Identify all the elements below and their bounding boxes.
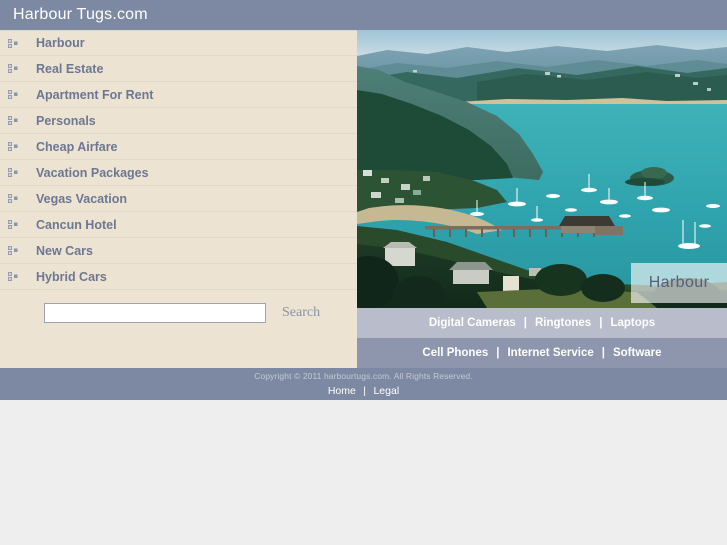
sidebar-item-label: Vacation Packages (36, 165, 149, 180)
sidebar-item-label: Cheap Airfare (36, 139, 118, 154)
sidebar-item-harbour[interactable]: Harbour (0, 30, 357, 56)
copyright-text: Copyright © 2011 harbourtugs.com. All Ri… (254, 371, 473, 381)
footer-link-legal[interactable]: Legal (373, 385, 399, 397)
three-squares-bullet-icon (0, 168, 24, 177)
three-squares-bullet-icon (0, 116, 24, 125)
right-column: Harbour Digital Cameras | Ringtones | La… (357, 30, 727, 368)
page-root: Harbour Tugs.com Harbour Real Estate Apa… (0, 0, 727, 545)
sidebar-item-new-cars[interactable]: New Cars (0, 238, 357, 264)
sidebar-item-vacation-packages[interactable]: Vacation Packages (0, 160, 357, 186)
link-separator: | (599, 317, 603, 329)
link-separator: | (496, 347, 500, 359)
sidebar-item-label: Hybrid Cars (36, 269, 107, 284)
sidebar-item-vegas-vacation[interactable]: Vegas Vacation (0, 186, 357, 212)
photo-caption: Harbour (631, 263, 727, 303)
sidebar-item-cheap-airfare[interactable]: Cheap Airfare (0, 134, 357, 160)
link-internet-service[interactable]: Internet Service (507, 347, 593, 359)
sidebar-item-label: New Cars (36, 243, 93, 258)
sidebar-item-hybrid-cars[interactable]: Hybrid Cars (0, 264, 357, 290)
promo-link-bar-top: Digital Cameras | Ringtones | Laptops (357, 308, 727, 338)
sidebar-item-label: Vegas Vacation (36, 191, 128, 206)
sidebar-item-label: Real Estate (36, 61, 104, 76)
footer-link-home[interactable]: Home (328, 385, 356, 397)
page-title: Harbour Tugs.com (13, 6, 148, 23)
three-squares-bullet-icon (0, 194, 24, 203)
sidebar: Harbour Real Estate Apartment For Rent P… (0, 30, 357, 368)
three-squares-bullet-icon (0, 64, 24, 73)
sidebar-item-real-estate[interactable]: Real Estate (0, 56, 357, 82)
page-blank-area (0, 400, 727, 545)
footer-links: Home | Legal (328, 383, 399, 398)
sidebar-item-apartment-for-rent[interactable]: Apartment For Rent (0, 82, 357, 108)
site-header: Harbour Tugs.com (0, 0, 727, 30)
promo-link-bar-bottom: Cell Phones | Internet Service | Softwar… (357, 338, 727, 368)
link-digital-cameras[interactable]: Digital Cameras (429, 317, 516, 329)
main-content: Harbour Real Estate Apartment For Rent P… (0, 30, 727, 368)
three-squares-bullet-icon (0, 90, 24, 99)
sidebar-item-label: Apartment For Rent (36, 87, 154, 102)
link-laptops[interactable]: Laptops (610, 317, 655, 329)
sidebar-item-label: Cancun Hotel (36, 217, 117, 232)
link-separator: | (523, 317, 527, 329)
three-squares-bullet-icon (0, 38, 24, 48)
harbour-photo: Harbour (357, 30, 727, 308)
footer-link-separator: | (363, 385, 367, 397)
three-squares-bullet-icon (0, 272, 24, 281)
three-squares-bullet-icon (0, 220, 24, 229)
three-squares-bullet-icon (0, 142, 24, 151)
link-software[interactable]: Software (613, 347, 662, 359)
search-area: Search (0, 290, 357, 368)
three-squares-bullet-icon (0, 246, 24, 255)
sidebar-item-label: Harbour (36, 36, 85, 50)
link-cell-phones[interactable]: Cell Phones (422, 347, 488, 359)
link-ringtones[interactable]: Ringtones (535, 317, 591, 329)
site-footer: Copyright © 2011 harbourtugs.com. All Ri… (0, 368, 727, 400)
search-input[interactable] (44, 303, 266, 323)
sidebar-nav-list: Harbour Real Estate Apartment For Rent P… (0, 30, 357, 290)
sidebar-item-personals[interactable]: Personals (0, 108, 357, 134)
link-separator: | (601, 347, 605, 359)
sidebar-item-label: Personals (36, 113, 96, 128)
sidebar-item-cancun-hotel[interactable]: Cancun Hotel (0, 212, 357, 238)
search-button[interactable]: Search (282, 303, 320, 323)
